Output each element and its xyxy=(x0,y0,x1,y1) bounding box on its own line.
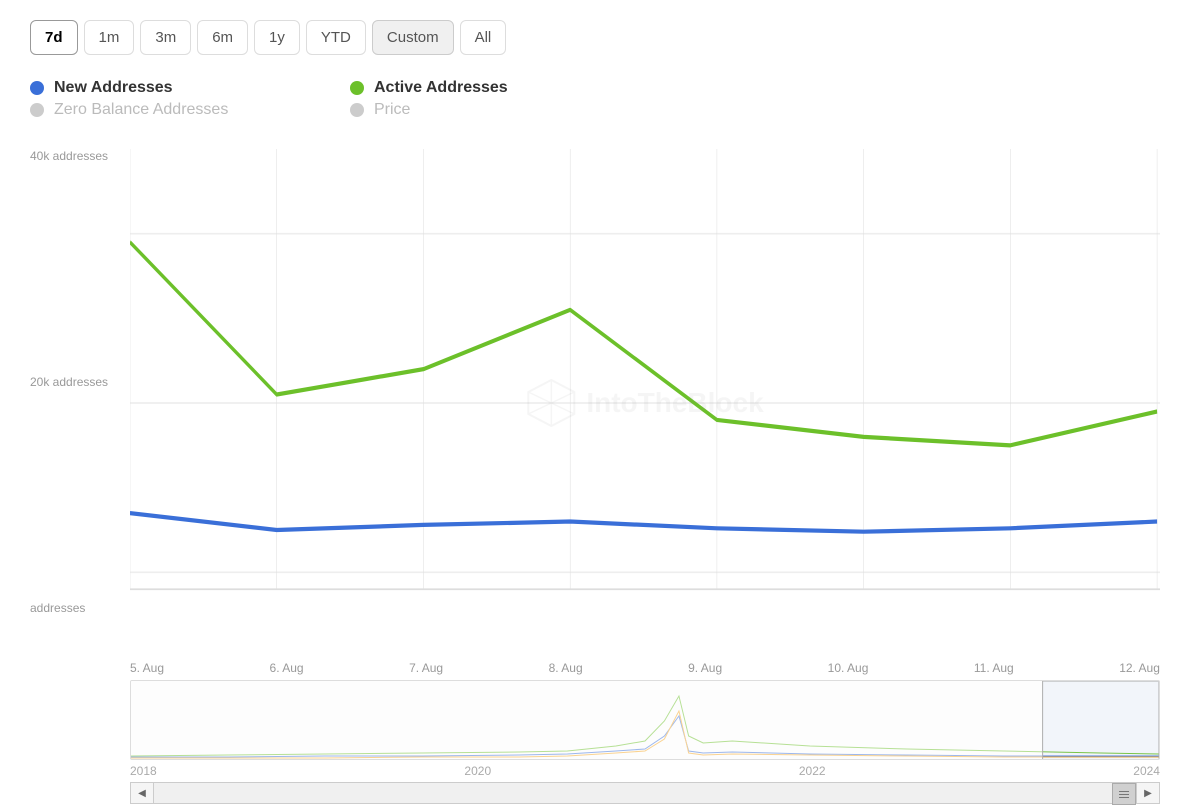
legend-label-new-addresses: New Addresses xyxy=(54,79,173,97)
legend-dot-zero-balance xyxy=(30,103,44,117)
y-axis-label: 40k addresses xyxy=(30,149,108,163)
x-axis-label: 5. Aug xyxy=(130,661,164,675)
y-axis-label: addresses xyxy=(30,601,108,615)
x-axis-label: 12. Aug xyxy=(1119,661,1160,675)
time-btn-7d[interactable]: 7d xyxy=(30,20,78,55)
x-axis-label: 9. Aug xyxy=(688,661,722,675)
legend: New Addresses Active Addresses Zero Balanc… xyxy=(30,79,630,119)
scroll-handle[interactable] xyxy=(1112,783,1136,805)
time-controls: 7d1m3m6m1yYTDCustomAll xyxy=(30,20,1170,55)
main-chart-container: 40k addresses 20k addresses addresses Into… xyxy=(30,149,1170,675)
legend-item-zero-balance[interactable]: Zero Balance Addresses xyxy=(30,101,310,119)
navigator-year-labels: 2018 2020 2022 2024 xyxy=(130,764,1160,778)
chart-area: IntoTheBlock xyxy=(130,149,1160,657)
time-btn-3m[interactable]: 3m xyxy=(140,20,191,55)
time-btn-all[interactable]: All xyxy=(460,20,507,55)
navigator-year-2022: 2022 xyxy=(799,764,826,778)
legend-dot-price xyxy=(350,103,364,117)
main-container: 7d1m3m6m1yYTDCustomAll New Addresses Acti… xyxy=(0,0,1200,800)
legend-label-price: Price xyxy=(374,101,410,119)
main-chart-svg xyxy=(130,149,1160,657)
scroll-right-btn[interactable]: ▶ xyxy=(1136,782,1160,804)
time-btn-ytd[interactable]: YTD xyxy=(306,20,366,55)
time-btn-6m[interactable]: 6m xyxy=(197,20,248,55)
legend-item-active-addresses[interactable]: Active Addresses xyxy=(350,79,630,97)
x-axis-label: 7. Aug xyxy=(409,661,443,675)
legend-dot-active-addresses xyxy=(350,81,364,95)
legend-item-price[interactable]: Price xyxy=(350,101,630,119)
x-axis-label: 6. Aug xyxy=(270,661,304,675)
y-axis-label: 20k addresses xyxy=(30,375,108,389)
legend-label-zero-balance: Zero Balance Addresses xyxy=(54,101,228,119)
navigator-section: 2018202020222024 ◀ ▶ xyxy=(30,680,1170,790)
scroll-left-btn[interactable]: ◀ xyxy=(130,782,154,804)
navigator-year-2024: 2024 xyxy=(1133,764,1160,778)
navigator-chart xyxy=(130,680,1160,760)
x-axis-label: 11. Aug xyxy=(974,661,1014,675)
chart-section: 40k addresses 20k addresses addresses Into… xyxy=(30,149,1170,790)
legend-item-new-addresses[interactable]: New Addresses xyxy=(30,79,310,97)
x-axis-label: 10. Aug xyxy=(828,661,869,675)
legend-label-active-addresses: Active Addresses xyxy=(374,79,508,97)
x-axis-label: 8. Aug xyxy=(549,661,583,675)
scroll-track[interactable] xyxy=(154,782,1136,804)
x-axis-labels: 5. Aug 6. Aug 7. Aug 8. Aug 9. Aug 10. Aug 11.… xyxy=(130,657,1160,675)
navigator-year-2020: 2020 xyxy=(464,764,491,778)
time-btn-1y[interactable]: 1y xyxy=(254,20,300,55)
scroll-bar: ◀ ▶ xyxy=(130,782,1160,804)
scroll-handle-icon xyxy=(1119,791,1129,798)
legend-dot-new-addresses xyxy=(30,81,44,95)
y-axis-labels: 40k addresses 20k addresses addresses xyxy=(30,149,108,615)
time-btn-1m[interactable]: 1m xyxy=(84,20,135,55)
time-btn-custom[interactable]: Custom xyxy=(372,20,454,55)
navigator-year-2018: 2018 xyxy=(130,764,157,778)
navigator-svg xyxy=(131,681,1159,760)
